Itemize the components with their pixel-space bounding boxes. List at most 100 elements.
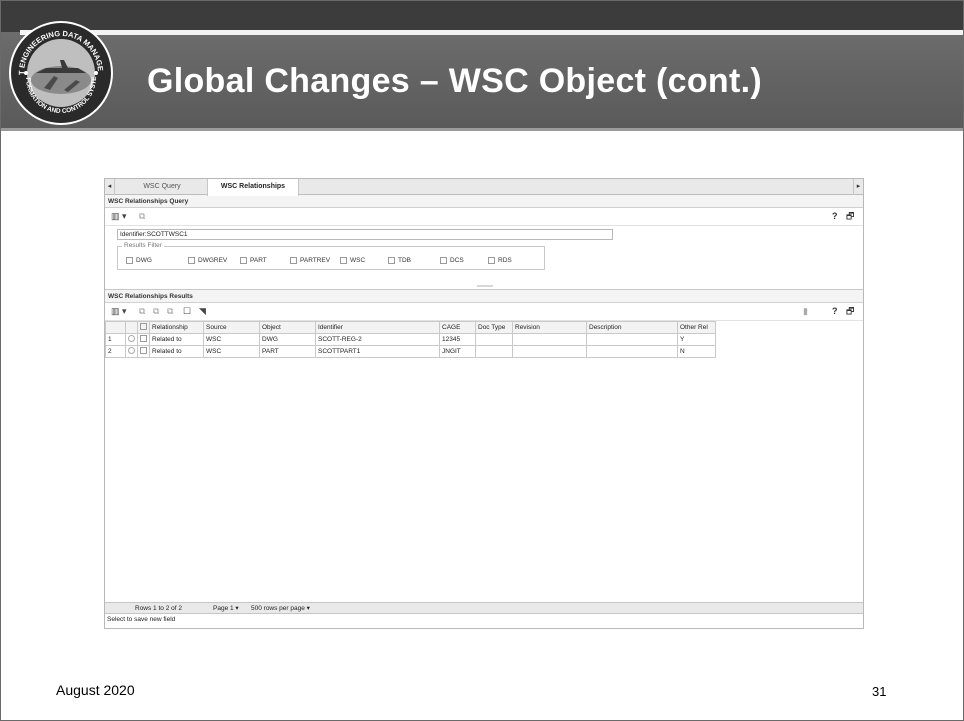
table-row[interactable]: 2 Related to WSC PART SCOTTPART1 JNGIT N <box>105 345 716 358</box>
checkbox-icon <box>140 335 147 342</box>
results-filter-label: Results Filter <box>122 242 164 249</box>
cell-cage: JNGIT <box>439 345 476 358</box>
filter-dwgrev-checkbox[interactable]: DWGREV <box>188 257 227 265</box>
column-header-object[interactable]: Object <box>259 321 316 334</box>
rows-per-page-label: 500 rows per page <box>251 605 305 612</box>
slide-date: August 2020 <box>56 682 135 698</box>
row-number-header <box>105 321 126 334</box>
table-row[interactable]: 1 Related to WSC DWG SCOTT-REG-2 12345 Y <box>105 333 716 346</box>
tab-scroll-left-button[interactable]: ◂ <box>105 179 115 195</box>
checkbox-icon <box>340 257 347 264</box>
filter-label: PART <box>250 257 267 265</box>
results-section-title: WSC Relationships Results <box>105 290 863 303</box>
tab-bar: ◂ WSC Query WSC Relationships ▸ <box>105 179 863 196</box>
radio-icon <box>128 347 135 354</box>
checkbox-icon <box>388 257 395 264</box>
tab-wsc-relationships[interactable]: WSC Relationships <box>207 179 299 196</box>
slide-header: JOINT ENGINEERING DATA MANAGEMENT INFORM… <box>0 0 964 131</box>
wsc-relationships-window: ◂ WSC Query WSC Relationships ▸ WSC Rela… <box>104 178 864 629</box>
chevron-down-icon: ▾ <box>306 605 310 612</box>
results-grid: Relationship Source Object Identifier CA… <box>105 321 863 581</box>
checkbox-icon <box>126 257 133 264</box>
copy-icon[interactable]: ⧉ <box>139 306 145 317</box>
filter-label: DCS <box>450 257 464 265</box>
cell-description <box>586 333 678 346</box>
cell-cage: 12345 <box>439 333 476 346</box>
slide-page-number: 31 <box>872 684 887 699</box>
checkbox-icon <box>188 257 195 264</box>
query-form: Results Filter DWG DWGREV PART PARTREV W… <box>105 226 863 290</box>
cell-other-rel: Y <box>677 333 716 346</box>
copy-icon[interactable]: ⧉ <box>139 211 145 222</box>
column-header-source[interactable]: Source <box>203 321 260 334</box>
column-header-identifier[interactable]: Identifier <box>315 321 440 334</box>
radio-icon <box>128 335 135 342</box>
document-icon[interactable]: ☐ <box>183 306 191 317</box>
cell-doc-type <box>475 333 513 346</box>
trash-icon[interactable]: ▮ <box>803 306 808 317</box>
tab-wsc-query[interactable]: WSC Query <box>117 179 207 195</box>
rows-count-text: Rows 1 to 2 of 2 <box>135 605 182 612</box>
cell-identifier: SCOTTPART1 <box>315 345 440 358</box>
filter-label: RDS <box>498 257 512 265</box>
grid-pager: Rows 1 to 2 of 2 Page 1 ▾ 500 rows per p… <box>105 602 863 614</box>
edit-icon[interactable]: ⧉ <box>153 306 159 317</box>
column-header-cage[interactable]: CAGE <box>439 321 476 334</box>
header-top-band <box>0 0 964 32</box>
help-button[interactable]: ? <box>832 211 838 222</box>
row-radio[interactable] <box>125 333 138 346</box>
filter-label: PARTREV <box>300 257 331 265</box>
page-selector[interactable]: Page 1 ▾ <box>213 603 239 614</box>
filter-icon[interactable]: ◥ <box>199 306 206 317</box>
help-button[interactable]: ? <box>832 306 838 317</box>
export-icon[interactable]: ⧉ <box>167 306 173 317</box>
checkbox-icon <box>488 257 495 264</box>
filter-dwg-checkbox[interactable]: DWG <box>126 257 152 265</box>
filter-label: TDB <box>398 257 411 265</box>
status-bar-text: Select to save new field <box>107 616 176 623</box>
filter-rds-checkbox[interactable]: RDS <box>488 257 512 265</box>
slide-title: Global Changes – WSC Object (cont.) <box>147 62 762 100</box>
column-header-relationship[interactable]: Relationship <box>149 321 204 334</box>
column-header-doc-type[interactable]: Doc Type <box>475 321 513 334</box>
filter-tdb-checkbox[interactable]: TDB <box>388 257 411 265</box>
checkbox-icon <box>140 323 147 330</box>
panel-splitter-handle[interactable] <box>477 285 493 287</box>
row-checkbox[interactable] <box>137 333 150 346</box>
filter-partrev-checkbox[interactable]: PARTREV <box>290 257 330 265</box>
header-divider-line <box>20 30 964 35</box>
cell-identifier: SCOTT-REG-2 <box>315 333 440 346</box>
restore-window-icon[interactable]: 🗗 <box>846 306 854 317</box>
checkbox-icon <box>240 257 247 264</box>
filter-wsc-checkbox[interactable]: WSC <box>340 257 365 265</box>
results-filter-group: Results Filter DWG DWGREV PART PARTREV W… <box>117 242 545 270</box>
filter-label: DWGREV <box>198 257 228 265</box>
rows-per-page-selector[interactable]: 500 rows per page ▾ <box>251 603 310 614</box>
row-checkbox[interactable] <box>137 345 150 358</box>
row-number: 2 <box>105 345 126 358</box>
column-header-revision[interactable]: Revision <box>512 321 587 334</box>
cell-relationship: Related to <box>149 333 204 346</box>
restore-window-icon[interactable]: 🗗 <box>846 211 854 222</box>
cell-other-rel: N <box>677 345 716 358</box>
tab-scroll-right-button[interactable]: ▸ <box>853 179 863 195</box>
select-all-checkbox[interactable] <box>137 321 150 334</box>
columns-menu-icon[interactable]: ▥ ▾ <box>111 306 127 317</box>
row-radio[interactable] <box>125 345 138 358</box>
checkbox-icon <box>290 257 297 264</box>
columns-menu-icon[interactable]: ▥ ▾ <box>111 211 127 222</box>
column-header-description[interactable]: Description <box>586 321 678 334</box>
identifier-input[interactable] <box>117 229 613 240</box>
column-header-other-rel[interactable]: Other Rel <box>677 321 716 334</box>
filter-dcs-checkbox[interactable]: DCS <box>440 257 464 265</box>
filter-label: DWG <box>136 257 152 265</box>
filter-part-checkbox[interactable]: PART <box>240 257 267 265</box>
row-number: 1 <box>105 333 126 346</box>
jedmics-seal-logo: JOINT ENGINEERING DATA MANAGEMENT INFORM… <box>6 18 113 125</box>
table-header-row: Relationship Source Object Identifier CA… <box>105 321 716 334</box>
cell-object: PART <box>259 345 316 358</box>
cell-relationship: Related to <box>149 345 204 358</box>
cell-object: DWG <box>259 333 316 346</box>
cell-revision <box>512 333 587 346</box>
query-section-title: WSC Relationships Query <box>105 195 863 208</box>
